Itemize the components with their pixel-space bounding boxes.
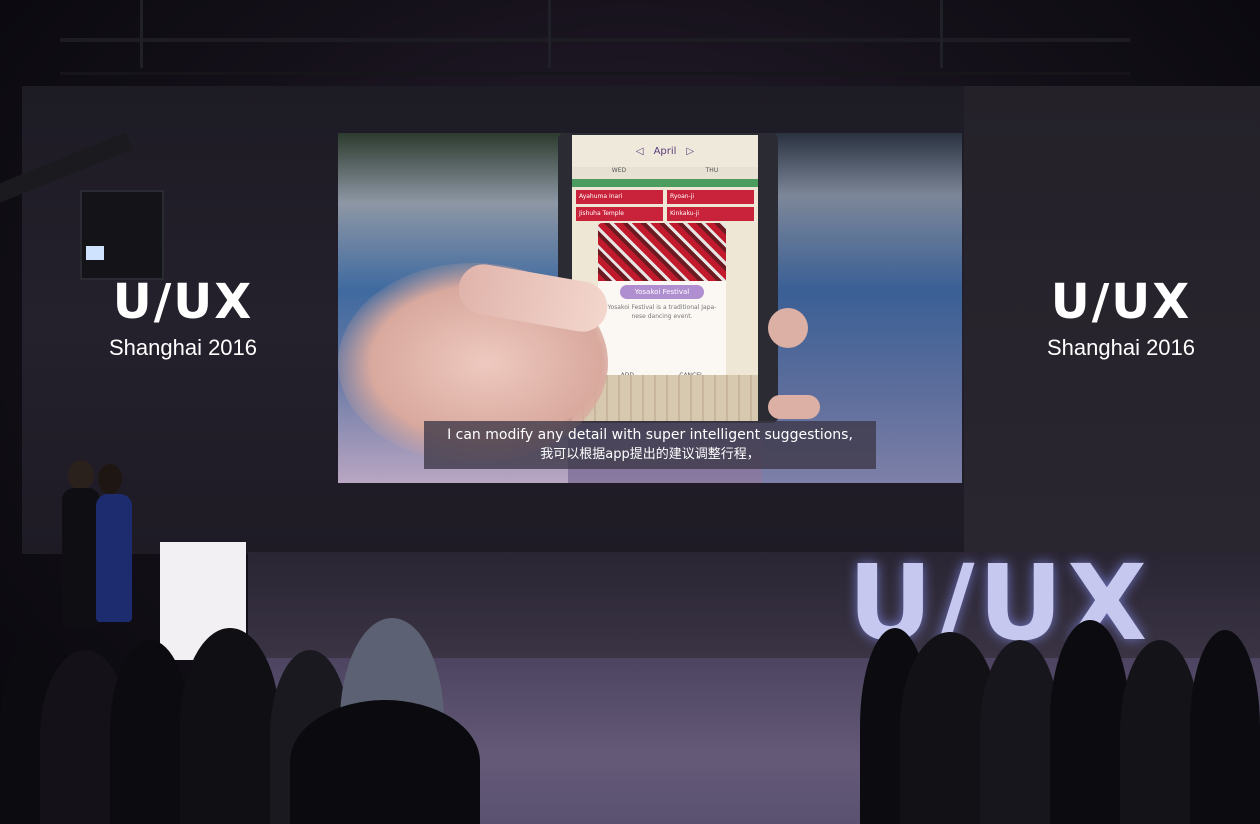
truss-hanger [548, 0, 551, 68]
event-photo [598, 223, 726, 281]
app-day: THU [705, 167, 719, 174]
event-description-line: nese dancing event. [631, 313, 693, 320]
audience-member [290, 700, 480, 824]
camera-monitor [86, 246, 104, 260]
conference-stage-scene: U/UX Shanghai 2016 U/UX Shanghai 2016 ◁ … [0, 0, 1260, 824]
app-day-row: WED THU [572, 167, 758, 179]
truss-hanger [140, 0, 143, 68]
event-brand-left: U/UX Shanghai 2016 [100, 278, 266, 362]
caption-chinese: 我可以根据app提出的建议调整行程， [540, 447, 760, 462]
caption-english: I can modify any detail with super intel… [447, 427, 853, 443]
app-day: WED [611, 167, 627, 174]
ceiling-truss [60, 38, 1130, 42]
broadcast-camera [80, 190, 164, 280]
event-title: Yosakoi Festival [620, 285, 704, 299]
presenter-head [98, 464, 122, 494]
ceiling-truss-lower [60, 72, 1130, 75]
presentation-video: ◁ April ▷ WED THU Ayahuma Inari Ryoan-ji… [338, 133, 962, 483]
event-location-year: Shanghai 2016 [108, 335, 258, 360]
app-green-bar [572, 179, 758, 187]
app-month-header: ◁ April ▷ [572, 135, 758, 167]
truss-hanger [940, 0, 943, 68]
app-event-card: Yosakoi Festival Yosakoi Festival is a t… [598, 223, 726, 383]
audience-member [1050, 620, 1130, 824]
event-brand-right: U/UX Shanghai 2016 [1038, 278, 1204, 362]
presenter-man [62, 488, 100, 628]
app-event-row: Jishuha Temple Kinkaku-ji [572, 207, 758, 221]
chevron-right-icon: ▷ [686, 145, 695, 157]
finger [768, 395, 820, 419]
audience-member [980, 640, 1060, 824]
event-description-line: Yosakoi Festival is a traditional Japa- [607, 304, 717, 311]
app-event-cell: Ryoan-ji [667, 190, 754, 204]
app-event-cell: Kinkaku-ji [667, 207, 754, 221]
presenter-head [68, 460, 94, 490]
audience-member [180, 628, 280, 824]
finger [768, 308, 808, 348]
chevron-left-icon: ◁ [635, 145, 644, 157]
event-logo: U/UX [1050, 274, 1192, 330]
app-event-cell: Jishuha Temple [576, 207, 663, 221]
audience-member [1120, 640, 1200, 824]
audience-member [1190, 630, 1260, 824]
app-month: April [653, 145, 677, 157]
app-event-cell: Ayahuma Inari [576, 190, 663, 204]
audience-member [110, 640, 190, 824]
app-event-row: Ayahuma Inari Ryoan-ji [572, 190, 758, 204]
event-location-year: Shanghai 2016 [1046, 335, 1196, 360]
presenter-woman [96, 494, 132, 622]
video-caption: I can modify any detail with super intel… [424, 421, 876, 469]
event-description: Yosakoi Festival is a traditional Japa- … [598, 299, 726, 325]
event-logo: U/UX [112, 274, 254, 330]
